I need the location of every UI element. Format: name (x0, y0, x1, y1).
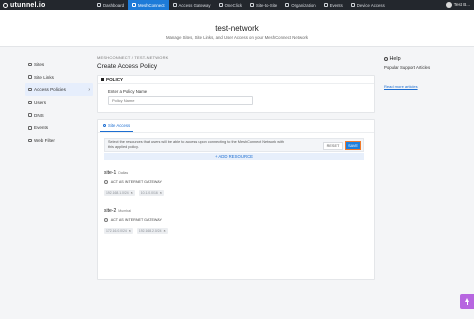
scroll-to-top-button[interactable] (460, 294, 474, 309)
resource-chip: 10.1.0.0/16 × (138, 190, 164, 197)
internet-gateway-option[interactable]: ACT AS INTERNET GATEWAY (104, 218, 374, 223)
sidebar-item-sites[interactable]: Sites (25, 58, 93, 71)
sites-icon (28, 62, 32, 67)
nav-organization[interactable]: Organization (281, 0, 319, 10)
sidebar: Sites Site Links Access Policies › Users … (25, 58, 93, 147)
policy-section-label: POLICY (106, 77, 124, 82)
close-icon[interactable]: × (160, 191, 162, 195)
reset-button[interactable]: RESET (323, 141, 343, 150)
dashboard-icon (97, 3, 101, 7)
tab-bar: Site Access (98, 120, 374, 133)
resource-chips: 172.16.0.0/24 × 192.168.2.0/24 × (104, 228, 374, 235)
resource-chips: 192.168.1.0/24 × 10.1.0.0/16 × (104, 190, 374, 197)
sidebar-item-access-policies[interactable]: Access Policies › (25, 83, 93, 97)
nav-site-to-site[interactable]: Site-to-Site (246, 0, 281, 10)
add-resource-button[interactable]: + ADD RESOURCE (104, 153, 364, 160)
site-block: site-1 Dallas ACT AS INTERNET GATEWAY 192… (104, 170, 374, 197)
gateway-icon (172, 3, 177, 7)
site-to-site-icon (250, 3, 254, 7)
help-subtitle: Popular Support Articles (384, 65, 431, 70)
site-location: Dallas (118, 171, 129, 175)
avatar (445, 1, 452, 8)
top-navigation-bar: utunnel.io Dashboard MeshConnect Access … (0, 0, 474, 10)
site-name: site-2 Mumbai (104, 208, 132, 215)
site-access-icon (103, 123, 106, 127)
network-title: test-network (215, 24, 259, 33)
nav-device-access[interactable]: Device Access (347, 0, 389, 10)
site-location: Mumbai (118, 209, 132, 214)
breadcrumb-separator: / (131, 55, 134, 60)
site-name: site-1 Dallas (104, 170, 129, 176)
events-icon (28, 126, 32, 130)
organization-icon (285, 3, 290, 7)
main-content: MESHCONNECT / TEST-NETWORK Create Access… (97, 55, 375, 280)
save-button[interactable]: SAVE (345, 141, 361, 150)
sidebar-item-events[interactable]: Events (25, 121, 93, 134)
close-icon[interactable]: × (129, 229, 131, 233)
read-more-link[interactable]: Read more articles (384, 84, 464, 89)
policy-section-header: POLICY (98, 76, 374, 84)
page-title: Create Access Policy (97, 63, 158, 70)
resource-chip: 192.168.1.0/24 × (104, 190, 135, 197)
breadcrumb-root[interactable]: MESHCONNECT (97, 55, 130, 60)
policy-icon (28, 87, 32, 92)
radio-button[interactable] (104, 180, 109, 185)
utunnel-logo-icon (3, 2, 8, 8)
events-icon (323, 3, 328, 7)
device-access-icon (350, 3, 355, 7)
sidebar-item-site-links[interactable]: Site Links (25, 71, 93, 84)
users-icon (28, 100, 32, 105)
help-icon (384, 57, 388, 61)
site-block: site-2 Mumbai ACT AS INTERNET GATEWAY 172… (104, 208, 374, 235)
brand-logo[interactable]: utunnel.io (3, 2, 93, 9)
radio-button[interactable] (104, 218, 109, 223)
user-menu[interactable]: Test B... (445, 1, 470, 8)
breadcrumb-current: TEST-NETWORK (134, 55, 169, 60)
help-title: Help (384, 56, 464, 62)
arrow-up-icon-stem (466, 301, 468, 305)
dns-icon (28, 113, 32, 117)
help-panel: Help Popular Support Articles Read more … (384, 56, 464, 89)
site-access-card: Site Access Select the resources that us… (97, 119, 375, 280)
nav-dashboard[interactable]: Dashboard (93, 0, 128, 10)
resource-info-row: Select the resources that users will be … (104, 138, 364, 152)
resource-chip: 172.16.0.0/24 × (104, 228, 133, 235)
oneclick-icon (218, 3, 223, 7)
tab-site-access[interactable]: Site Access (100, 119, 134, 132)
sidebar-item-users[interactable]: Users (25, 96, 93, 109)
sidebar-item-web-filter[interactable]: Web Filter (25, 134, 93, 147)
web-filter-icon (28, 138, 32, 143)
nav-access-gateway[interactable]: Access Gateway (169, 0, 215, 10)
chevron-right-icon: › (88, 86, 90, 93)
policy-name-input[interactable] (108, 96, 253, 105)
brand-name: utunnel.io (10, 1, 46, 9)
link-icon (28, 75, 32, 79)
nav-events[interactable]: Events (320, 0, 347, 10)
policy-icon (101, 78, 104, 81)
policy-name-label: Enter a Policy Name (108, 89, 148, 94)
internet-gateway-option[interactable]: ACT AS INTERNET GATEWAY (104, 180, 374, 185)
network-header: test-network Manage Sites, Site Links, a… (0, 10, 474, 47)
sidebar-item-dns[interactable]: DNS (25, 109, 93, 122)
user-name: Test B... (453, 2, 470, 7)
main-nav: Dashboard MeshConnect Access Gateway One… (93, 0, 389, 10)
close-icon[interactable]: × (131, 191, 133, 195)
close-icon[interactable]: × (164, 229, 166, 233)
nav-oneclick[interactable]: OneClick (215, 0, 246, 10)
resource-info-text: Select the resources that users will be … (108, 140, 285, 149)
breadcrumb: MESHCONNECT / TEST-NETWORK (97, 55, 375, 62)
policy-card: POLICY Enter a Policy Name (97, 75, 375, 113)
network-subtitle: Manage Sites, Site Links, and User Acces… (165, 35, 309, 40)
resource-chip: 192.168.2.0/24 × (136, 228, 168, 235)
nav-meshconnect[interactable]: MeshConnect (128, 0, 169, 10)
mesh-icon (132, 3, 137, 7)
